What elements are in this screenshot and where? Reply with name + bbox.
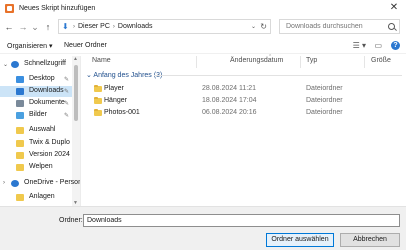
- search-input[interactable]: [286, 20, 386, 33]
- column-header-date[interactable]: Änderungsdatum: [230, 57, 283, 67]
- file-name: Player: [104, 85, 124, 92]
- file-name: Hänger: [104, 97, 127, 104]
- file-type: Dateiordner: [306, 97, 343, 104]
- group-divider: [154, 75, 402, 76]
- download-icon: [16, 88, 24, 95]
- scroll-up-icon[interactable]: ▲: [73, 56, 78, 62]
- up-button[interactable]: ↑: [43, 21, 53, 33]
- sidebar-item-label: Twix & Duplo: [29, 139, 70, 146]
- desktop-icon: [16, 76, 24, 83]
- view-options-icon[interactable]: ☰ ▾: [353, 41, 366, 50]
- sidebar-item-schnellzugriff[interactable]: ⌄ Schnellzugriff: [0, 59, 72, 70]
- pictures-icon: [16, 112, 24, 119]
- folder-icon: [94, 97, 102, 104]
- close-button[interactable]: ✕: [388, 2, 400, 14]
- breadcrumb-separator: ›: [73, 23, 75, 30]
- sidebar-item-label: Anlagen: [29, 193, 55, 200]
- file-type: Dateiordner: [306, 109, 343, 116]
- dialog-footer: Ordner: Ordner auswählen Abbrechen: [0, 206, 406, 250]
- sidebar-item-label: Dokumente: [29, 99, 65, 106]
- sidebar-item-label: Version 2024: [29, 151, 70, 158]
- sidebar-item-onedrive-person[interactable]: › OneDrive - Person: [0, 178, 80, 189]
- breadcrumb-separator: ›: [112, 23, 115, 30]
- expand-chevron-icon[interactable]: ⌄: [3, 61, 8, 68]
- download-location-icon: ⬇: [62, 21, 69, 31]
- address-bar[interactable]: ⬇ › Dieser PC › Downloads ⌄ ↻: [58, 19, 271, 34]
- pin-icon: ✎: [64, 101, 70, 107]
- app-icon: [5, 3, 14, 13]
- address-dropdown-icon[interactable]: ⌄: [251, 23, 256, 30]
- sidebar-item-twix-duplo[interactable]: Twix & Duplo: [0, 138, 72, 149]
- pin-icon: ✎: [64, 77, 70, 83]
- file-row[interactable]: Hänger 18.08.2024 17:04 Dateiordner: [82, 96, 402, 107]
- sidebar-item-desktop[interactable]: Desktop ✎: [0, 74, 72, 85]
- folder-icon: [16, 194, 24, 201]
- navigation-bar: ← → ⌄ ↑ ⬇ › Dieser PC › Downloads ⌄ ↻: [0, 18, 406, 36]
- folder-icon: [94, 109, 102, 116]
- forward-button[interactable]: →: [18, 21, 28, 33]
- breadcrumb-downloads[interactable]: Downloads: [118, 23, 153, 30]
- file-row[interactable]: Photos-001 06.08.2024 20:16 Dateiordner: [82, 108, 402, 119]
- sidebar-item-label: Welpen: [29, 163, 53, 170]
- sidebar-item-label: Schnellzugriff: [24, 60, 66, 67]
- help-icon[interactable]: ?: [391, 41, 400, 50]
- column-header-size[interactable]: Größe: [371, 57, 391, 67]
- documents-icon: [16, 100, 24, 107]
- column-header-type[interactable]: Typ: [306, 57, 317, 67]
- preview-pane-icon[interactable]: ▭: [374, 41, 382, 50]
- file-date: 28.08.2024 11:21: [202, 85, 256, 92]
- sidebar-item-label: Downloads: [29, 87, 64, 94]
- refresh-icon[interactable]: ↻: [260, 22, 267, 31]
- sidebar-item-label: Bilder: [29, 111, 47, 118]
- breadcrumb-this-pc[interactable]: Dieser PC: [78, 23, 110, 30]
- column-divider[interactable]: [300, 56, 301, 68]
- pin-icon: ✎: [64, 89, 70, 95]
- sidebar-item-auswahl[interactable]: Auswahl: [0, 125, 72, 136]
- column-divider[interactable]: [364, 56, 365, 68]
- folder-icon: [16, 152, 24, 159]
- file-list: ⌃ Name Änderungsdatum Typ Größe ⌄ Anfang…: [82, 54, 406, 206]
- file-name: Photos-001: [104, 109, 140, 116]
- sidebar-item-downloads[interactable]: Downloads ✎: [0, 86, 72, 97]
- sidebar-item-version-2024[interactable]: Version 2024: [0, 150, 72, 161]
- sidebar-item-label: Desktop: [29, 75, 55, 82]
- column-divider[interactable]: [196, 56, 197, 68]
- file-date: 18.08.2024 17:04: [202, 97, 257, 104]
- folder-icon: [16, 127, 24, 134]
- navigation-pane: ▲ ▼ ⌄ Schnellzugriff Desktop ✎ Downloads ✎ Dok…: [0, 56, 81, 206]
- onedrive-icon: [11, 180, 19, 187]
- sidebar-item-welpen[interactable]: Welpen: [0, 162, 72, 173]
- sidebar-item-label: OneDrive - Person: [24, 179, 81, 186]
- scrollbar-thumb[interactable]: [74, 65, 78, 121]
- sidebar-item-label: Auswahl: [29, 126, 56, 133]
- folder-icon: [16, 164, 24, 171]
- sidebar-item-anlagen[interactable]: Anlagen: [0, 192, 72, 203]
- command-bar: Organisieren ▾ Neuer Ordner ☰ ▾ ▭ ?: [0, 38, 406, 54]
- search-box[interactable]: [279, 19, 400, 34]
- sidebar-item-bilder[interactable]: Bilder ✎: [0, 110, 72, 121]
- file-row[interactable]: Player 28.08.2024 11:21 Dateiordner: [82, 84, 402, 95]
- file-type: Dateiordner: [306, 85, 343, 92]
- new-folder-button[interactable]: Neuer Ordner: [64, 42, 107, 49]
- folder-icon: [16, 140, 24, 147]
- title-bar: Neues Skript hinzufügen ✕: [0, 0, 406, 16]
- back-button[interactable]: ←: [4, 21, 14, 33]
- folder-label: Ordner:: [59, 217, 83, 224]
- star-icon: [11, 61, 19, 68]
- column-header-name[interactable]: Name: [92, 57, 111, 67]
- folder-name-input[interactable]: [83, 214, 400, 227]
- folder-icon: [94, 85, 102, 92]
- pin-icon: ✎: [64, 113, 70, 119]
- window-title: Neues Skript hinzufügen: [19, 4, 96, 12]
- organize-menu[interactable]: Organisieren ▾: [7, 42, 53, 50]
- file-date: 06.08.2024 20:16: [202, 109, 257, 116]
- search-icon[interactable]: [388, 23, 395, 30]
- sidebar-item-dokumente[interactable]: Dokumente ✎: [0, 98, 72, 109]
- expand-chevron-icon[interactable]: ›: [3, 180, 5, 186]
- group-header[interactable]: ⌄ Anfang des Jahres (3): [86, 71, 162, 79]
- cancel-button[interactable]: Abbrechen: [340, 233, 400, 247]
- recent-locations-button[interactable]: ⌄: [30, 21, 40, 33]
- select-folder-button[interactable]: Ordner auswählen: [266, 233, 334, 247]
